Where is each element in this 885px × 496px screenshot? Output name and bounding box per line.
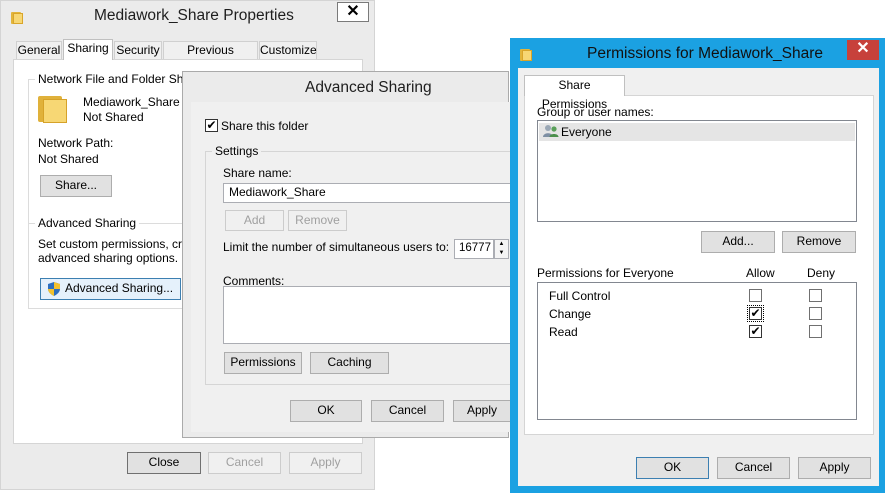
- advanced-sharing-button[interactable]: Advanced Sharing...: [40, 278, 181, 300]
- close-icon[interactable]: ✕: [337, 2, 369, 22]
- folder-icon: [520, 47, 532, 61]
- permissions-window: Permissions for Mediawork_Share ✕ Share …: [510, 38, 885, 493]
- users-icon: [543, 124, 559, 138]
- deny-checkbox[interactable]: [809, 289, 822, 302]
- permissions-title: Permissions for Mediawork_Share: [587, 45, 824, 62]
- advanced-group-label: Advanced Sharing: [35, 216, 140, 230]
- permissions-body: Share Permissions Group or user names: E…: [518, 68, 879, 486]
- folder-name: Mediawork_Share: [83, 95, 180, 109]
- tab-share-permissions[interactable]: Share Permissions: [524, 75, 625, 111]
- cancel-button[interactable]: Cancel: [717, 457, 790, 479]
- advanced-title: Advanced Sharing: [305, 79, 432, 96]
- perm-name: Full Control: [549, 289, 611, 303]
- advanced-sharing-button-label: Advanced Sharing...: [65, 281, 174, 295]
- shared-folder-icon: [38, 94, 68, 124]
- deny-checkbox[interactable]: [809, 325, 822, 338]
- cancel-button[interactable]: Cancel: [208, 452, 281, 474]
- spin-up-icon[interactable]: ▲: [495, 240, 508, 249]
- add-button[interactable]: Add: [225, 210, 284, 231]
- permissions-button[interactable]: Permissions: [224, 352, 302, 374]
- spin-down-icon[interactable]: ▼: [495, 249, 508, 258]
- share-name-label: Share name:: [223, 166, 292, 180]
- ok-button[interactable]: OK: [636, 457, 709, 479]
- remove-button[interactable]: Remove: [288, 210, 347, 231]
- advanced-desc-line2: advanced sharing options.: [38, 251, 179, 265]
- allow-checkbox[interactable]: ✔: [749, 325, 762, 338]
- share-permissions-panel: Group or user names: Everyone Add... Rem…: [524, 95, 874, 435]
- close-button[interactable]: Close: [127, 452, 201, 474]
- allow-checkbox[interactable]: ✔: [747, 305, 764, 322]
- table-row: Read ✔: [538, 323, 856, 341]
- users-listbox[interactable]: Everyone: [537, 120, 857, 222]
- apply-button[interactable]: Apply: [289, 452, 362, 474]
- tab-security[interactable]: Security: [114, 41, 162, 60]
- deny-checkbox[interactable]: [809, 307, 822, 320]
- table-row: Full Control: [538, 287, 856, 305]
- add-button[interactable]: Add...: [701, 231, 775, 253]
- perm-header: Permissions for Everyone: [537, 266, 674, 280]
- comments-textarea[interactable]: [223, 286, 510, 344]
- deny-header: Deny: [807, 266, 836, 280]
- tab-sharing[interactable]: Sharing: [63, 39, 113, 60]
- allow-header: Allow: [746, 266, 775, 280]
- share-name-input[interactable]: Mediawork_Share: [223, 183, 510, 203]
- advanced-sharing-window: Advanced Sharing ✔ Share this folder Set…: [182, 71, 510, 438]
- cancel-button[interactable]: Cancel: [371, 400, 444, 422]
- caching-button[interactable]: Caching: [310, 352, 389, 374]
- user-name: Everyone: [561, 125, 612, 139]
- apply-button[interactable]: Apply: [453, 400, 510, 422]
- share-folder-checkbox[interactable]: ✔: [205, 119, 218, 132]
- tab-previous-versions[interactable]: Previous Versions: [163, 41, 258, 74]
- properties-title: Mediawork_Share Properties: [94, 7, 294, 24]
- network-path-value: Not Shared: [38, 152, 99, 166]
- remove-button[interactable]: Remove: [782, 231, 856, 253]
- close-icon[interactable]: ✕: [847, 40, 879, 60]
- folder-status: Not Shared: [83, 110, 144, 124]
- perm-name: Change: [549, 307, 592, 321]
- table-row: Change ✔: [538, 305, 856, 323]
- allow-checkbox[interactable]: [749, 289, 762, 302]
- tab-customize[interactable]: Customize: [259, 41, 317, 60]
- tab-general[interactable]: General: [16, 41, 62, 60]
- limit-users-label: Limit the number of simultaneous users t…: [223, 240, 450, 254]
- share-button[interactable]: Share...: [40, 175, 112, 197]
- settings-label: Settings: [212, 144, 262, 158]
- list-item[interactable]: Everyone: [539, 123, 855, 141]
- apply-button[interactable]: Apply: [798, 457, 871, 479]
- share-folder-label: Share this folder: [221, 119, 309, 133]
- limit-users-input[interactable]: 16777: [454, 239, 494, 259]
- advanced-desc-line1: Set custom permissions, create: [38, 237, 206, 251]
- folder-icon: [11, 10, 23, 24]
- network-path-label: Network Path:: [38, 136, 114, 150]
- limit-users-spinner[interactable]: ▲ ▼: [494, 239, 509, 259]
- perm-name: Read: [549, 325, 578, 339]
- ok-button[interactable]: OK: [290, 400, 362, 422]
- permissions-listbox: Full Control Change ✔ Read ✔: [537, 282, 857, 420]
- shield-icon: [48, 282, 60, 296]
